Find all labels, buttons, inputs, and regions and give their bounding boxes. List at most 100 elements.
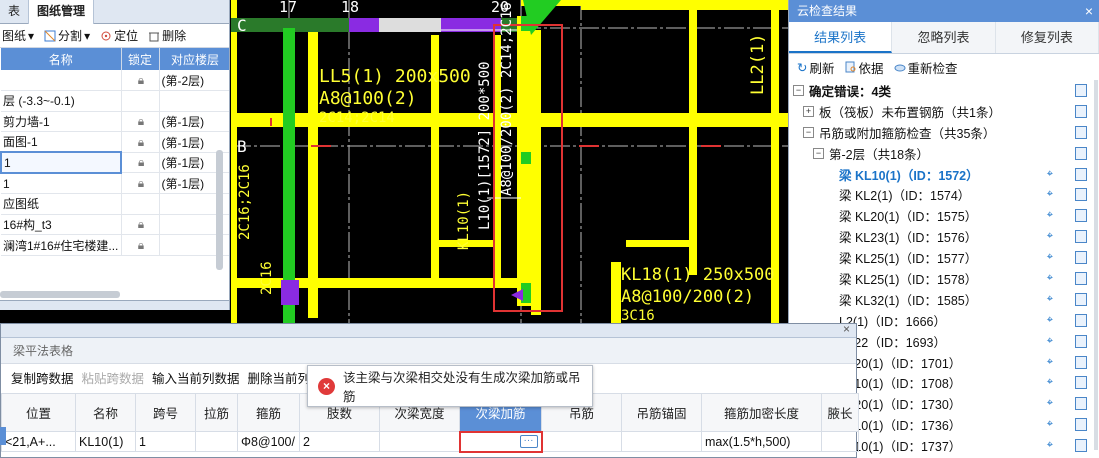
document-icon[interactable] — [1075, 104, 1087, 118]
drawing-name-cell[interactable]: 澜湾1#16#住宅楼建... — [1, 234, 122, 256]
document-icon[interactable] — [1075, 397, 1087, 411]
expand-icon[interactable]: + — [803, 105, 814, 117]
locate-icon[interactable]: ⌖ — [1047, 168, 1053, 181]
drawing-name-cell[interactable]: 1 — [0, 151, 122, 174]
drawing-row[interactable]: 1 🔒︎ (第-1层) — [1, 172, 229, 195]
beam-cell[interactable] — [379, 431, 460, 452]
tree-item[interactable]: − 第-2层（共18条） — [793, 143, 1099, 164]
ellipsis-button[interactable]: ··· — [519, 434, 538, 448]
document-icon[interactable] — [1075, 125, 1087, 139]
beam-cell[interactable] — [821, 431, 859, 452]
document-icon[interactable] — [1075, 83, 1087, 97]
beam-cell[interactable]: ··· — [458, 430, 543, 453]
refresh-button[interactable]: ↻ 刷新 — [797, 58, 835, 77]
document-icon[interactable] — [1075, 167, 1087, 181]
drawing-row[interactable]: 面图-1 🔒︎ (第-1层) — [1, 131, 229, 153]
tree-item[interactable]: + 板（筏板）未布置钢筋（共1条） — [793, 101, 1099, 122]
collapse-icon[interactable]: − — [793, 84, 804, 96]
lock-icon[interactable]: 🔒︎ — [121, 152, 160, 174]
tab-ignore-list[interactable]: 忽略列表 — [892, 22, 996, 53]
drawing-row[interactable]: 1 🔒︎ (第-1层) — [0, 151, 229, 174]
drawing-row[interactable]: 剪力墙-1 🔒︎ (第-1层) — [1, 111, 229, 133]
tree-item[interactable]: 梁 KL10(1)（ID：1572） ⌖ — [793, 164, 1099, 185]
drawing-name-cell[interactable]: 剪力墙-1 — [1, 111, 122, 133]
locate-icon[interactable]: ⌖ — [1047, 272, 1053, 285]
locate-icon[interactable]: ⌖ — [1047, 335, 1053, 348]
col-name-header[interactable]: 名称 — [1, 48, 122, 70]
split-button[interactable]: 分割 ▾ — [44, 27, 90, 44]
document-icon[interactable] — [1075, 146, 1087, 160]
tree-item[interactable]: 梁 KL25(1)（ID：1578） ⌖ — [793, 268, 1099, 289]
beam-col-header[interactable]: 名称 — [75, 393, 136, 432]
document-icon[interactable] — [1075, 292, 1087, 306]
lock-icon[interactable]: 🔒︎ — [121, 214, 160, 236]
beam-cell[interactable]: KL10(1) — [75, 431, 136, 452]
beam-col-header[interactable]: 跨号 — [135, 393, 196, 432]
lock-icon[interactable]: 🔒︎ — [121, 70, 160, 92]
locate-icon[interactable]: ⌖ — [1047, 251, 1053, 264]
drawing-name-cell[interactable]: 16#构_t3 — [1, 214, 122, 236]
document-icon[interactable] — [1075, 271, 1087, 285]
close-icon[interactable]: × — [1085, 0, 1093, 22]
cad-canvas[interactable]: C 17 18 20 B LL5(1) 200x500 A8@100(2) 2C… — [231, 0, 788, 325]
paste-span-data-button[interactable]: 粘贴跨数据 — [82, 368, 145, 387]
locate-icon[interactable]: ⌖ — [1047, 209, 1053, 222]
drawing-row[interactable]: 应图纸 — [1, 193, 229, 215]
document-icon[interactable] — [1075, 334, 1087, 348]
drawing-row[interactable]: 层 (-3.3~-0.1) — [1, 90, 229, 112]
lock-cell[interactable] — [121, 90, 160, 112]
drawing-name-cell[interactable]: 应图纸 — [1, 193, 122, 215]
tree-item[interactable]: 梁 KL2(1)（ID：1574） ⌖ — [793, 184, 1099, 205]
recheck-button[interactable]: 重新检查 — [894, 58, 958, 77]
lock-cell[interactable] — [121, 193, 160, 215]
locate-button[interactable]: 定位 — [100, 27, 138, 44]
tree-item[interactable]: 梁 KL25(1)（ID：1577） ⌖ — [793, 247, 1099, 268]
locate-icon[interactable]: ⌖ — [1047, 376, 1053, 389]
beam-col-header[interactable]: 腋长 — [821, 393, 859, 432]
locate-icon[interactable]: ⌖ — [1047, 397, 1053, 410]
beam-col-header[interactable]: 箍筋加密长度 — [701, 393, 822, 432]
left-vertical-scrollbar[interactable] — [216, 150, 223, 270]
document-icon[interactable] — [1075, 230, 1087, 244]
locate-icon[interactable]: ⌖ — [1047, 356, 1053, 369]
delete-button[interactable]: 删除 — [148, 27, 186, 44]
document-icon[interactable] — [1075, 188, 1087, 202]
lock-icon[interactable]: 🔒︎ — [121, 111, 160, 133]
tab-table[interactable]: 表 — [0, 0, 30, 24]
document-icon[interactable] — [1075, 439, 1087, 453]
copy-span-data-button[interactable]: 复制跨数据 — [11, 368, 74, 387]
left-horizontal-scrollbar[interactable] — [0, 291, 120, 298]
document-icon[interactable] — [1075, 418, 1087, 432]
tree-item[interactable]: 梁 KL32(1)（ID：1585） ⌖ — [793, 289, 1099, 310]
beam-cell[interactable]: max(1.5*h,500) — [701, 431, 822, 452]
collapse-icon[interactable]: − — [813, 147, 824, 159]
beam-col-header[interactable]: 位置 — [1, 393, 76, 432]
tree-item[interactable]: 梁 KL20(1)（ID：1575） ⌖ — [793, 205, 1099, 226]
locate-icon[interactable]: ⌖ — [1047, 230, 1053, 243]
document-icon[interactable] — [1075, 376, 1087, 390]
beam-cell[interactable]: Φ8@100/ — [237, 431, 300, 452]
drawing-row[interactable]: 🔒︎ (第-2层) — [1, 70, 229, 92]
drawing-dropdown-button[interactable]: 图纸 ▾ — [2, 27, 34, 44]
input-column-data-button[interactable]: 输入当前列数据 — [152, 368, 240, 387]
beam-cell[interactable]: <21,A+... — [1, 431, 76, 452]
basis-button[interactable]: 依据 — [845, 58, 884, 77]
lock-icon[interactable]: 🔒︎ — [121, 172, 160, 195]
tree-item[interactable]: 梁 KL23(1)（ID：1576） ⌖ — [793, 226, 1099, 247]
tree-item[interactable]: − 吊筋或附加箍筋检查（共35条） — [793, 122, 1099, 143]
drawing-row[interactable]: 16#构_t3 🔒︎ — [1, 214, 229, 236]
locate-icon[interactable]: ⌖ — [1047, 439, 1053, 452]
locate-icon[interactable]: ⌖ — [1047, 188, 1053, 201]
locate-icon[interactable]: ⌖ — [1047, 293, 1053, 306]
col-lock-header[interactable]: 锁定 — [121, 48, 160, 70]
tree-item[interactable]: − 确定错误：4类 — [793, 80, 1099, 101]
drawing-name-cell[interactable] — [1, 70, 122, 92]
drawing-name-cell[interactable]: 面图-1 — [1, 131, 122, 153]
beam-cell[interactable] — [541, 431, 622, 452]
drawing-name-cell[interactable]: 1 — [1, 172, 122, 195]
document-icon[interactable] — [1075, 313, 1087, 327]
tab-result-list[interactable]: 结果列表 — [789, 22, 893, 53]
drawing-name-cell[interactable]: 层 (-3.3~-0.1) — [1, 90, 122, 112]
lock-icon[interactable]: 🔒︎ — [121, 234, 160, 256]
beam-col-header[interactable]: 吊筋锚固 — [621, 393, 702, 432]
